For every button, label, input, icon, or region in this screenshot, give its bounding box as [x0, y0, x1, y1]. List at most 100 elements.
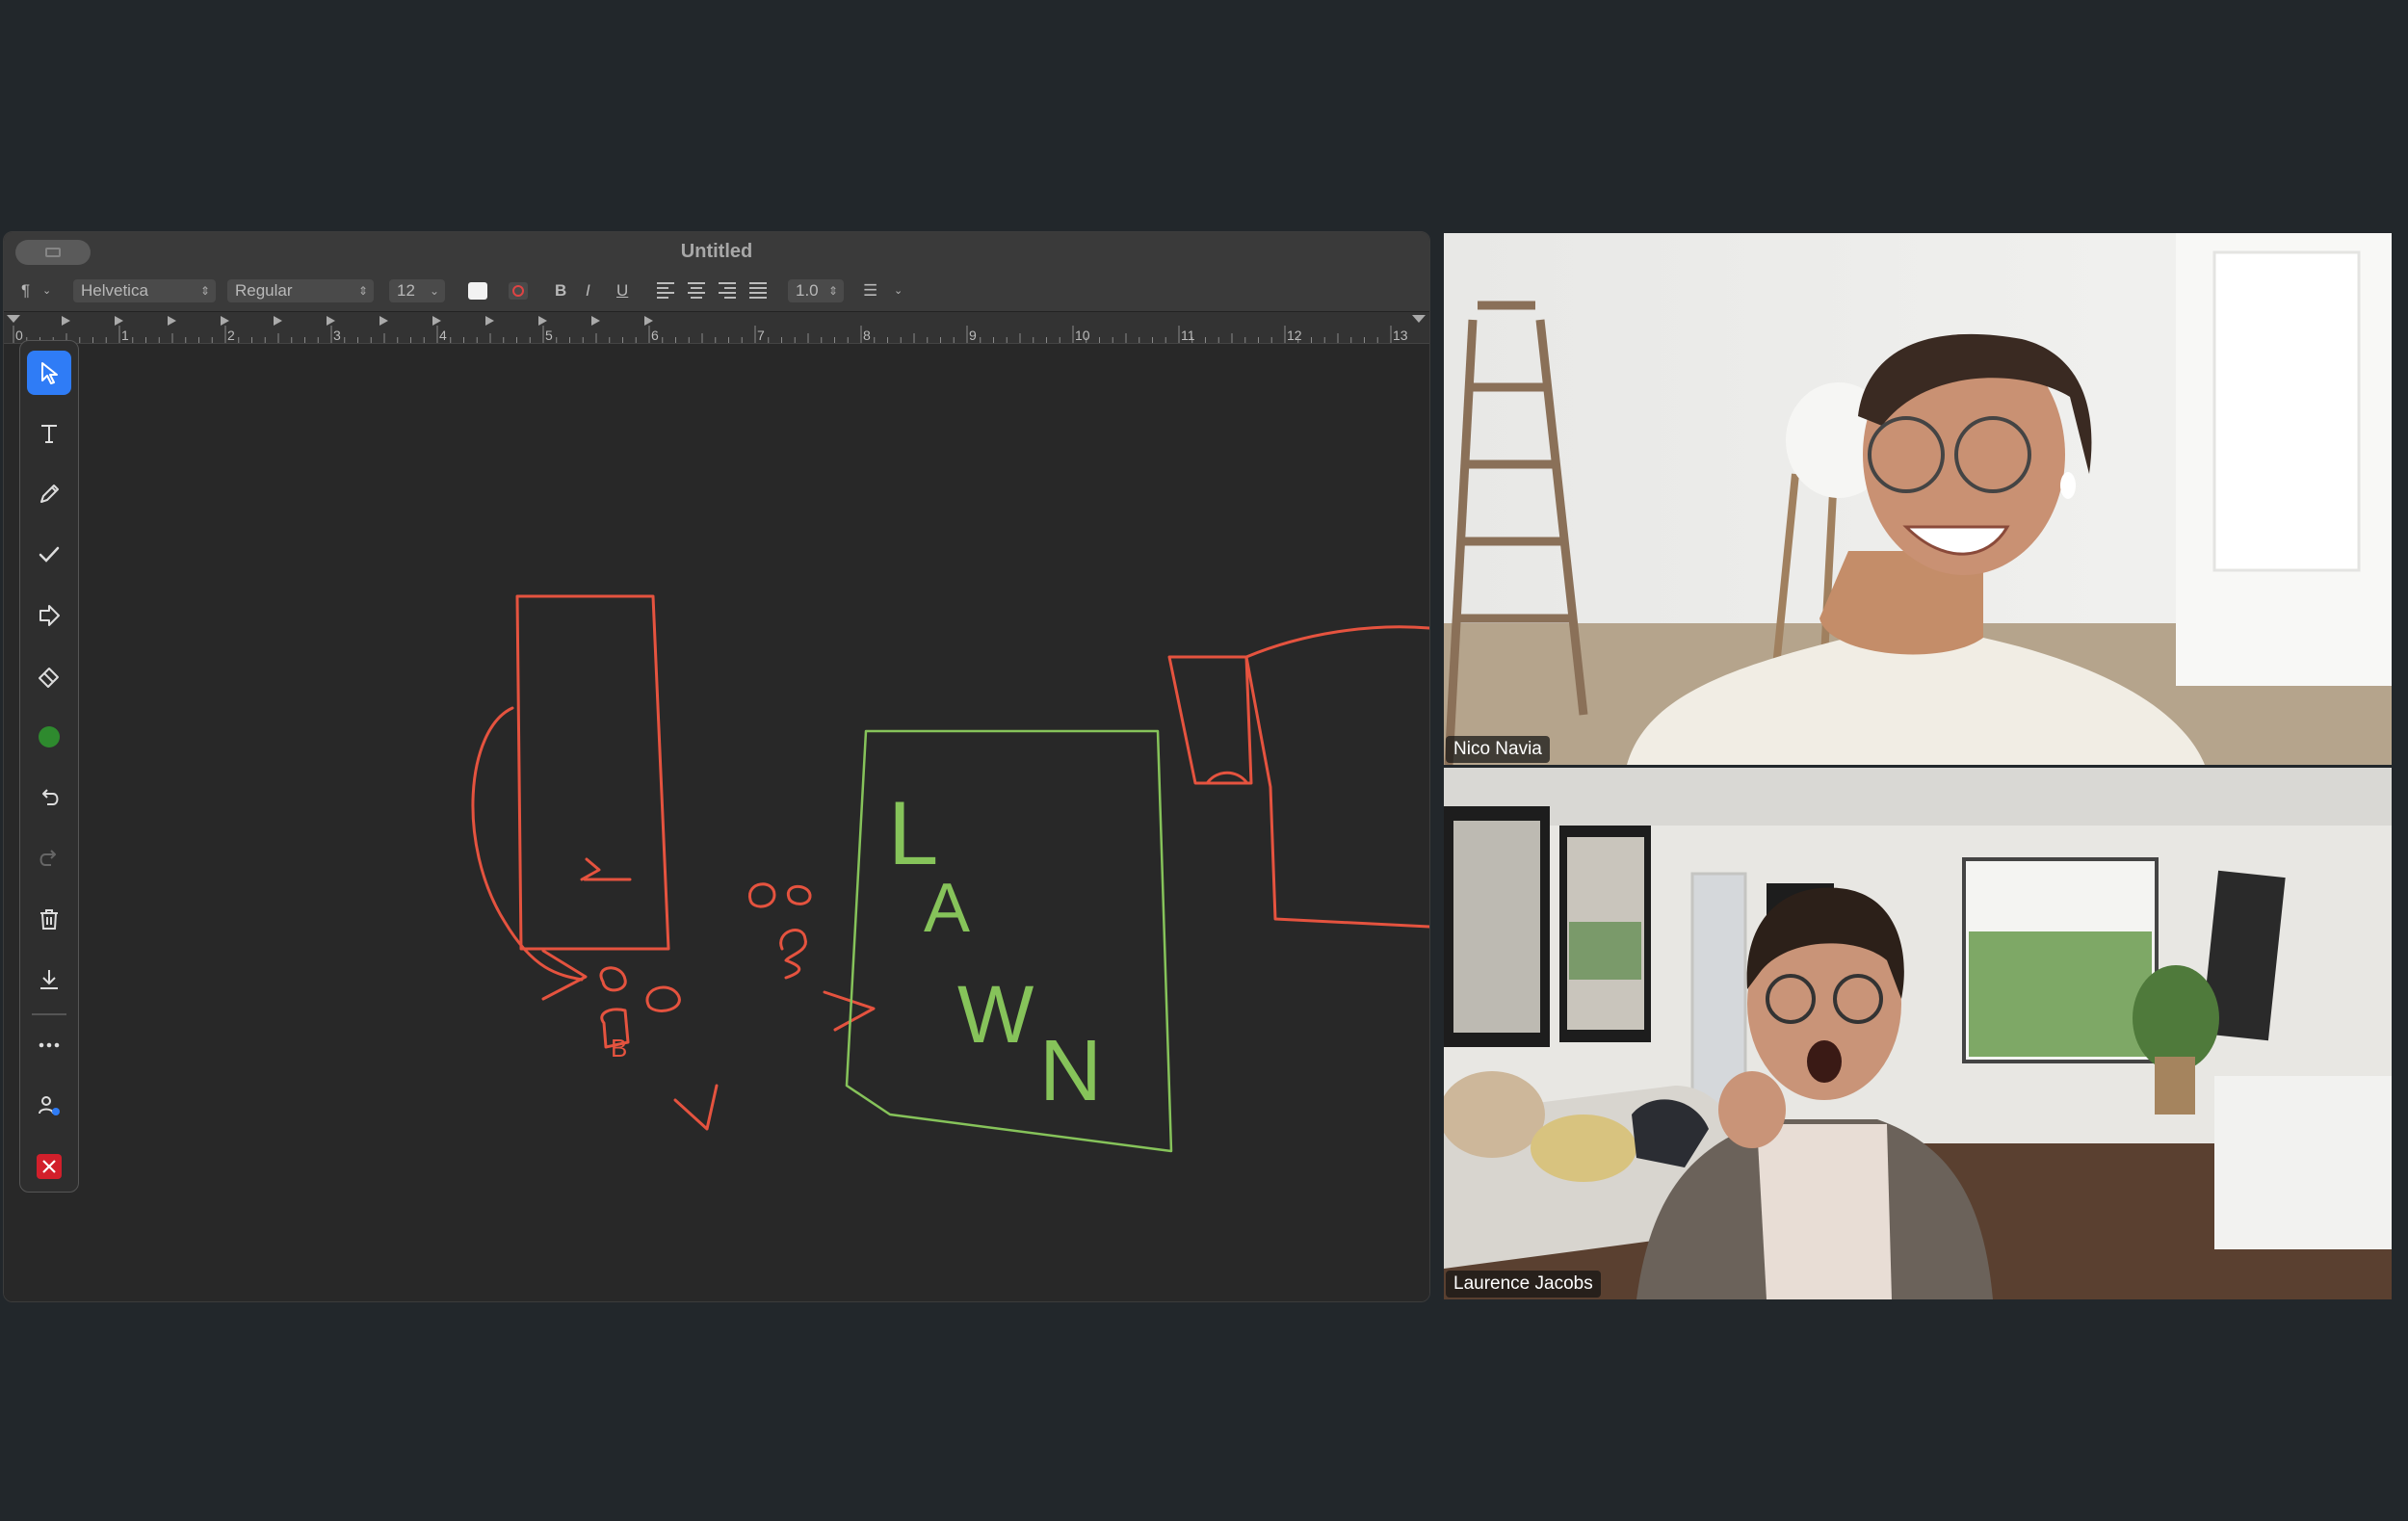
align-right-icon: [719, 282, 736, 299]
underline-button[interactable]: U: [616, 279, 628, 302]
shape-tool-button[interactable]: [27, 593, 71, 638]
green-letter: W: [957, 969, 1034, 1060]
line-spacing-select[interactable]: 1.0 ⇕: [788, 279, 844, 302]
justify-icon: [749, 282, 767, 299]
ruler-number: 8: [863, 328, 871, 343]
undo-icon: [42, 789, 59, 805]
whiteboard-window: Untitled ¶ ⌄ Helvetica ⇕ Regular ⇕ 12 ⌄ B I…: [3, 231, 1430, 1302]
download-icon: [40, 970, 58, 989]
tab-stop-marker: [327, 316, 335, 326]
ruler-number: 13: [1393, 328, 1408, 343]
clear-button[interactable]: [27, 897, 71, 941]
left-indent-marker: [7, 315, 20, 323]
tab-stop-marker: [538, 316, 547, 326]
paragraph-style-button[interactable]: ¶: [21, 279, 30, 302]
tab-stop-marker: [115, 316, 123, 326]
red-check-bottom: [673, 1084, 719, 1131]
text-icon: [41, 425, 57, 443]
close-annotation-button[interactable]: [27, 1144, 71, 1189]
cursor-arrow-icon: [41, 362, 58, 384]
align-left-button[interactable]: [655, 280, 676, 303]
green-letter: A: [924, 870, 970, 947]
stamp-tool-button[interactable]: [27, 533, 71, 577]
redo-icon: [39, 850, 56, 866]
trash-icon: [40, 909, 58, 930]
save-button[interactable]: [27, 957, 71, 1002]
pen-tool-button[interactable]: [27, 472, 71, 516]
redo-button[interactable]: [27, 836, 71, 880]
toolbar-divider: [32, 1013, 66, 1015]
red-check-mark: [580, 857, 632, 881]
text-color-well[interactable]: [468, 282, 487, 300]
tab-stop-marker: [591, 316, 600, 326]
participant-cursor-icon: [39, 1096, 60, 1115]
video-tile-nico[interactable]: Nico Navia: [1444, 233, 2392, 765]
stepper-icon: ⇕: [357, 284, 368, 298]
stepper-icon: ⇕: [827, 284, 838, 298]
tab-stop-marker: [485, 316, 494, 326]
sketch-layer: L A W N B: [471, 594, 1429, 1153]
participant-video: [1444, 233, 2392, 765]
chevron-down-icon: ⌄: [429, 284, 439, 298]
ruler-number: 9: [969, 328, 977, 343]
ruler-number: 0: [15, 328, 23, 343]
vanishing-pen-button[interactable]: [27, 1084, 71, 1128]
ruler[interactable]: 0 1 2 3 4 5 6 7 8 9 10 11 12 13: [4, 312, 1429, 344]
ruler-number: 1: [121, 328, 129, 343]
ruler-number: 5: [545, 328, 553, 343]
title-bar: Untitled: [4, 232, 1429, 271]
participant-video: [1444, 768, 2392, 1299]
red-letter: B: [611, 1034, 627, 1062]
text-tool-button[interactable]: [27, 411, 71, 456]
undo-button[interactable]: [27, 775, 71, 820]
ruler-number: 3: [333, 328, 341, 343]
annotation-toolbar: [19, 340, 79, 1193]
chevron-down-icon: ⌄: [42, 285, 52, 297]
stepper-icon: ⇕: [199, 284, 210, 298]
italic-button[interactable]: I: [586, 279, 590, 302]
more-dots-icon: [39, 1042, 60, 1048]
more-button[interactable]: [27, 1023, 71, 1067]
arrow-shape-icon: [39, 605, 60, 626]
align-right-button[interactable]: [717, 280, 738, 303]
ruler-number: 11: [1181, 328, 1195, 343]
tab-stop-marker: [380, 316, 388, 326]
drawing-canvas[interactable]: L A W N B: [4, 344, 1429, 1301]
ruler-number: 10: [1075, 328, 1090, 343]
tab-stop-marker: [221, 316, 229, 326]
tab-stop-marker: [274, 316, 282, 326]
red-curve-arrow: [471, 706, 584, 982]
ruler-number: 6: [651, 328, 659, 343]
highlight-color-well[interactable]: [509, 282, 528, 300]
red-swirls-middle: [748, 882, 812, 980]
video-tile-laurence[interactable]: Laurence Jacobs: [1444, 768, 2392, 1299]
tab-stop-marker: [62, 316, 70, 326]
font-style-select[interactable]: Regular ⇕: [227, 279, 374, 302]
bold-button[interactable]: B: [555, 279, 566, 302]
green-letter: L: [888, 782, 938, 883]
green-letter: N: [1039, 1023, 1102, 1119]
ruler-number: 7: [757, 328, 765, 343]
green-color-dot-icon: [39, 726, 60, 747]
eraser-tool-button[interactable]: [27, 654, 71, 698]
ruler-number: 2: [227, 328, 235, 343]
align-center-icon: [688, 282, 705, 299]
list-style-button[interactable]: ☰: [863, 279, 877, 302]
color-picker-button[interactable]: [27, 715, 71, 759]
select-tool-button[interactable]: [27, 351, 71, 395]
participant-name-label: Laurence Jacobs: [1446, 1271, 1601, 1298]
tab-stop-marker: [168, 316, 176, 326]
ruler-number: 4: [439, 328, 447, 343]
checkmark-icon: [39, 546, 60, 563]
tab-stop-marker: [644, 316, 653, 326]
align-center-button[interactable]: [686, 280, 707, 303]
red-small-arc: [1206, 771, 1248, 784]
justify-button[interactable]: [747, 280, 769, 303]
eraser-icon: [39, 668, 59, 688]
font-size-select[interactable]: 12 ⌄: [389, 279, 445, 302]
format-bar: ¶ ⌄ Helvetica ⇕ Regular ⇕ 12 ⌄ B I U 1.0…: [4, 271, 1429, 312]
window-title: Untitled: [680, 241, 753, 262]
close-icon: [37, 1154, 62, 1179]
highlight-icon: [512, 285, 524, 297]
font-family-select[interactable]: Helvetica ⇕: [73, 279, 216, 302]
